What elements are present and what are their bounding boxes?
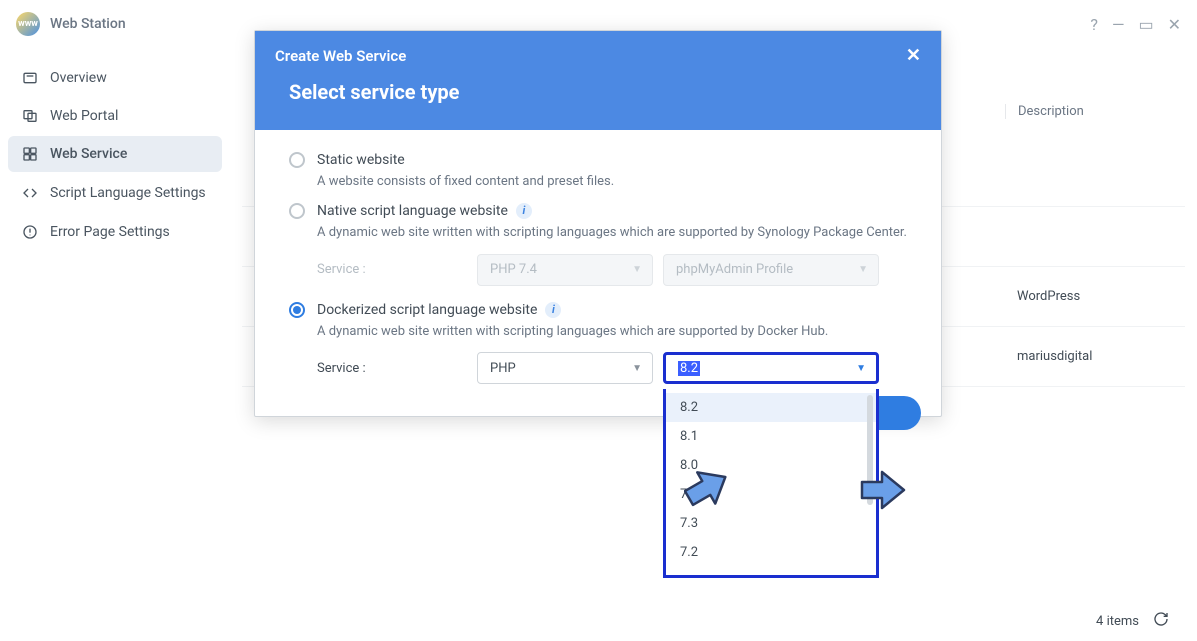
sidebar-item-label: Web Service: [50, 146, 127, 162]
create-web-service-modal: Create Web Service ✕ Select service type…: [254, 30, 942, 417]
refresh-icon[interactable]: [1153, 611, 1169, 631]
chevron-down-icon: ▼: [856, 363, 866, 374]
overview-icon: [20, 70, 40, 86]
dropdown-option[interactable]: 8.2: [666, 393, 876, 422]
scrollbar[interactable]: [867, 395, 873, 505]
sidebar-item-label: Script Language Settings: [50, 184, 206, 202]
modal-title: Create Web Service: [275, 47, 406, 65]
dropdown-option[interactable]: 7.4: [666, 480, 876, 509]
dropdown-option[interactable]: 7.2: [666, 538, 876, 567]
close-icon[interactable]: ✕: [1168, 15, 1181, 34]
radio-static-website[interactable]: Static website: [289, 152, 907, 168]
app-title: Web Station: [50, 16, 126, 32]
modal-body: Static website A website consists of fix…: [255, 130, 941, 416]
modal-hero: Select service type: [255, 80, 941, 130]
maximize-icon[interactable]: ▭: [1138, 15, 1153, 34]
static-desc: A website consists of fixed content and …: [317, 172, 907, 193]
radio-label: Dockerized script language website i: [317, 302, 561, 318]
modal-subtitle: Select service type: [289, 80, 907, 104]
app-icon: www: [16, 12, 40, 36]
sidebar-item-error-page[interactable]: Error Page Settings: [8, 214, 222, 250]
native-service-row: Service : PHP 7.4 ▼ phpMyAdmin Profile ▼: [317, 254, 907, 286]
info-icon[interactable]: i: [545, 302, 561, 318]
chevron-down-icon: ▼: [632, 264, 642, 275]
sidebar-item-web-portal[interactable]: Web Portal: [8, 98, 222, 134]
dropdown-option[interactable]: 7.3: [666, 509, 876, 538]
native-desc: A dynamic web site written with scriptin…: [317, 223, 907, 244]
sidebar-item-script-settings[interactable]: Script Language Settings: [8, 174, 222, 212]
radio-dockerized-script[interactable]: Dockerized script language website i: [289, 302, 907, 318]
radio-icon: [289, 302, 305, 318]
info-icon[interactable]: i: [516, 203, 532, 219]
item-count: 4 items: [1096, 614, 1139, 629]
column-header-description[interactable]: Description: [1005, 104, 1185, 119]
code-icon: [20, 185, 40, 201]
docker-desc: A dynamic web site written with scriptin…: [317, 322, 907, 343]
docker-language-dropdown[interactable]: PHP ▼: [477, 352, 653, 384]
service-label: Service :: [317, 262, 467, 277]
minimize-icon[interactable]: —: [1112, 15, 1125, 34]
error-icon: [20, 224, 40, 240]
window-controls: ? — ▭ ✕: [1090, 15, 1181, 34]
native-php-dropdown: PHP 7.4 ▼: [477, 254, 653, 286]
sidebar: Overview Web Portal Web Service Script L…: [0, 48, 230, 641]
help-icon[interactable]: ?: [1090, 15, 1098, 34]
radio-icon: [289, 152, 305, 168]
sidebar-item-overview[interactable]: Overview: [8, 60, 222, 96]
modal-titlebar: Create Web Service ✕: [255, 31, 941, 80]
chevron-down-icon: ▼: [632, 363, 642, 374]
sidebar-item-label: Error Page Settings: [50, 224, 170, 240]
version-dropdown-menu: 8.2 8.1 8.0 7.4 7.3 7.2 7.1: [663, 389, 879, 578]
radio-label: Static website: [317, 152, 405, 168]
service-label: Service :: [317, 361, 467, 376]
docker-version-dropdown[interactable]: 8.2 ▼ 8.2 8.1 8.0 7.4 7.3 7.2 7.1: [663, 352, 879, 384]
portal-icon: [20, 108, 40, 124]
service-icon: [20, 146, 40, 162]
sidebar-item-label: Overview: [50, 70, 107, 86]
sidebar-item-label: Web Portal: [50, 108, 118, 124]
sidebar-item-web-service[interactable]: Web Service: [8, 136, 222, 172]
dropdown-option[interactable]: 8.0: [666, 451, 876, 480]
modal-close-button[interactable]: ✕: [906, 45, 921, 66]
dropdown-option[interactable]: 7.1: [666, 567, 876, 575]
table-footer: 4 items: [1096, 611, 1169, 631]
radio-icon: [289, 203, 305, 219]
radio-label: Native script language website i: [317, 203, 532, 219]
chevron-down-icon: ▼: [858, 264, 868, 275]
dropdown-option[interactable]: 8.1: [666, 422, 876, 451]
docker-service-row: Service : PHP ▼ 8.2 ▼ 8.2 8.1 8.0 7.4 7.…: [317, 352, 907, 384]
native-profile-dropdown: phpMyAdmin Profile ▼: [663, 254, 879, 286]
radio-native-script[interactable]: Native script language website i: [289, 203, 907, 219]
